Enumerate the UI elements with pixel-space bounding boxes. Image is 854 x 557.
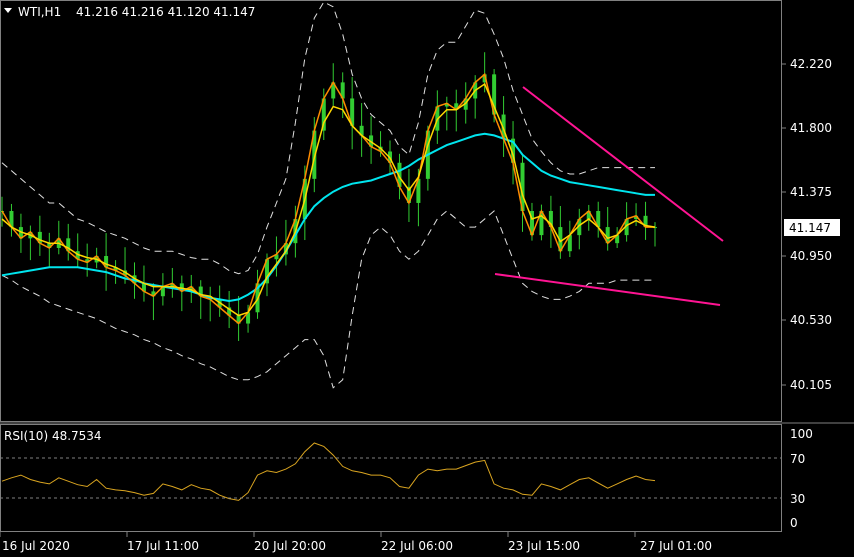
bollinger-upper-line: [1, 1, 655, 275]
rsi-tick: 70: [790, 452, 805, 466]
rsi-title: RSI(10) 48.7534: [4, 429, 102, 443]
price-tick: 41.800: [790, 121, 832, 135]
time-tick: 16 Jul 2020: [2, 539, 70, 553]
mid-ma-line: [1, 82, 656, 317]
rsi-axis: 100 70 30 0: [790, 427, 813, 530]
fast-ma-line: [1, 72, 655, 325]
price-tick: 41.375: [790, 185, 832, 199]
triangle-down-icon[interactable]: [4, 8, 12, 13]
candles-group: [0, 52, 657, 341]
time-tick: 20 Jul 20:00: [254, 539, 326, 553]
price-chart: WTI,H1 41.216 41.216 41.120 41.147 42.22…: [0, 0, 854, 553]
price-tick: 40.950: [790, 249, 832, 263]
price-tick: 42.220: [790, 57, 832, 71]
symbol-label: WTI,H1: [18, 5, 61, 19]
bollinger-lower-line: [1, 210, 655, 389]
rsi-panel-frame: [0, 424, 782, 532]
indicator-lines-group: [1, 1, 656, 501]
time-tick: 22 Jul 06:00: [381, 539, 453, 553]
lower-trendline: [494, 273, 721, 306]
time-tick: 23 Jul 15:00: [508, 539, 580, 553]
ohlc-values: 41.216 41.216 41.120 41.147: [76, 5, 255, 19]
current-price-label: 41.147: [789, 221, 831, 235]
time-tick: 27 Jul 01:00: [640, 539, 712, 553]
rsi-tick: 0: [790, 516, 798, 530]
rsi-tick: 30: [790, 492, 805, 506]
time-axis: 16 Jul 2020 17 Jul 11:00 20 Jul 20:00 22…: [0, 532, 712, 553]
price-tick: 40.105: [790, 378, 832, 392]
price-tick: 40.530: [790, 313, 832, 327]
slow-ma-line: [1, 132, 655, 303]
time-tick: 17 Jul 11:00: [127, 539, 199, 553]
rsi-tick: 100: [790, 427, 813, 441]
rsi-line: [1, 442, 656, 501]
main-panel-frame: [0, 0, 782, 422]
